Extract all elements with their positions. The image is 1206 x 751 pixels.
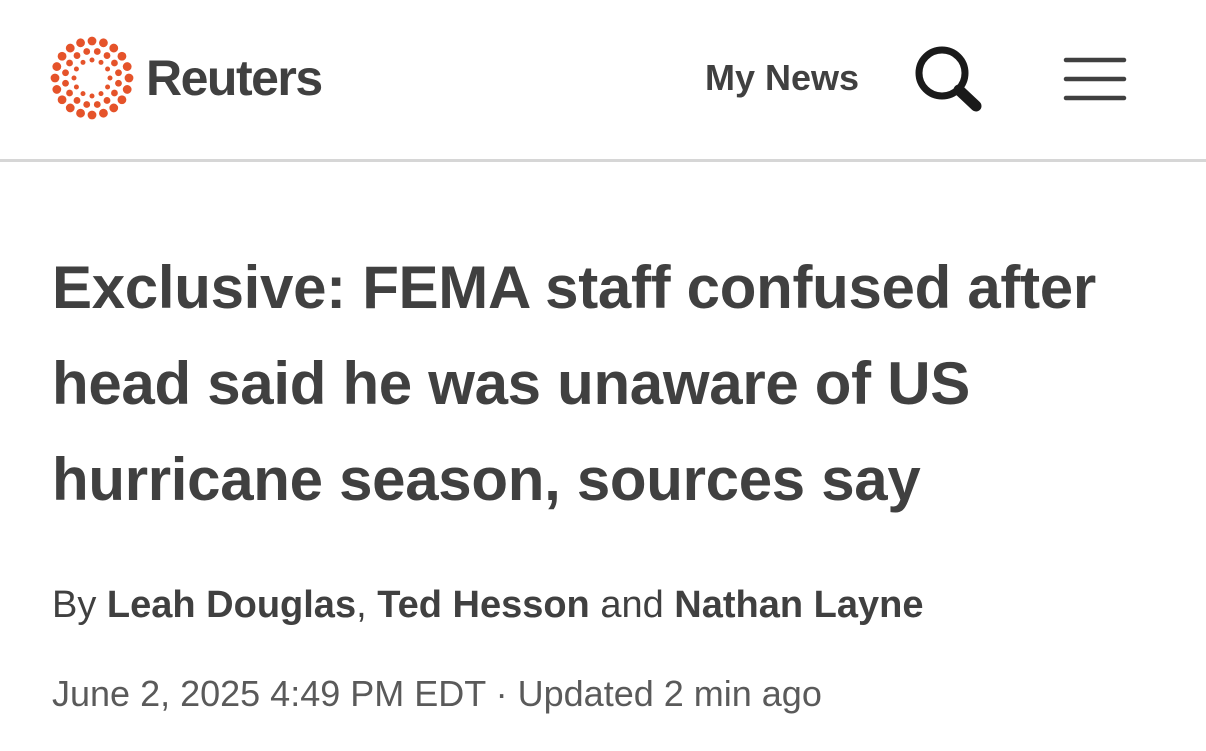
search-button[interactable] — [912, 44, 986, 114]
updated-timestamp: Updated 2 min ago — [517, 673, 822, 714]
article-byline: By Leah Douglas, Ted Hesson and Nathan L… — [52, 580, 923, 630]
author-link[interactable]: Ted Hesson — [377, 584, 590, 626]
menu-button[interactable] — [1060, 52, 1130, 108]
search-icon — [915, 46, 982, 112]
published-timestamp: June 2, 2025 4:49 PM EDT — [52, 673, 486, 714]
reuters-logo-icon — [50, 36, 134, 120]
reuters-logo[interactable]: Reuters — [50, 36, 323, 120]
byline-separator: , — [356, 584, 367, 626]
my-news-link[interactable]: My News — [705, 56, 859, 100]
site-header: Reuters My News — [0, 0, 1206, 162]
author-link[interactable]: Nathan Layne — [674, 584, 923, 626]
article-dateline: June 2, 2025 4:49 PM EDT · Updated 2 min… — [52, 670, 822, 718]
dateline-separator: · — [495, 673, 508, 714]
byline-conjunction: and — [600, 584, 664, 626]
hamburger-menu-icon — [1063, 57, 1127, 101]
article-headline: Exclusive: FEMA staff confused after hea… — [52, 254, 1096, 513]
author-link[interactable]: Leah Douglas — [107, 584, 356, 626]
brand-name: Reuters — [146, 50, 323, 106]
byline-prefix: By — [52, 584, 97, 626]
